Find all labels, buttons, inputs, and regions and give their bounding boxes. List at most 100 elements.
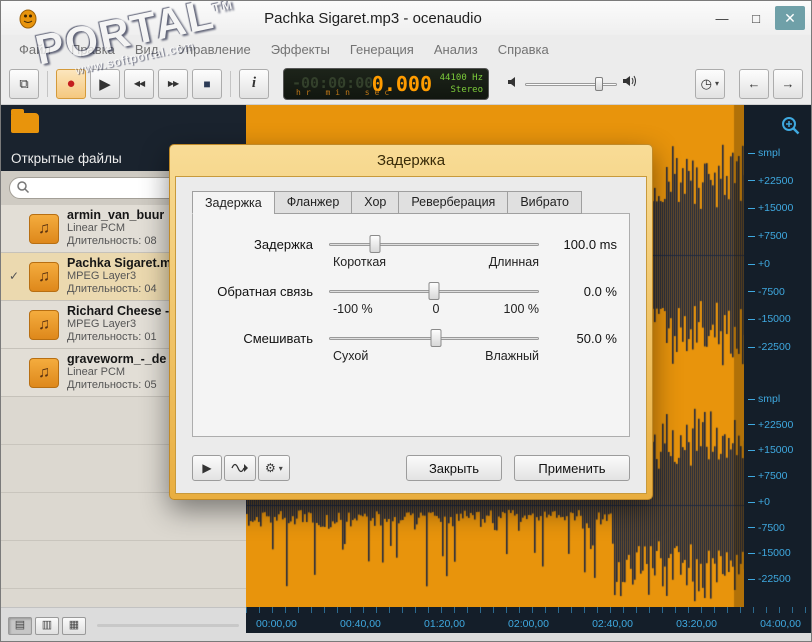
channel-mode-label: Stereo bbox=[450, 84, 483, 95]
menu-analyze[interactable]: Анализ bbox=[424, 39, 488, 60]
music-note-icon: ♫ bbox=[29, 357, 59, 388]
menu-view[interactable]: Вид bbox=[125, 39, 169, 60]
view-list-button[interactable]: ▥ bbox=[35, 616, 59, 635]
delay-max-label: Длинная bbox=[488, 255, 539, 269]
slider-groove[interactable] bbox=[329, 243, 539, 246]
ruler-tick-label: +7500 bbox=[744, 470, 807, 482]
tab-reverb[interactable]: Реверберация bbox=[398, 191, 509, 214]
speaker-low-icon bbox=[507, 75, 520, 93]
file-duration: Длительность: 05 bbox=[67, 379, 157, 391]
menu-file[interactable]: Файл bbox=[9, 39, 61, 60]
toolbar-separator bbox=[47, 70, 48, 97]
menu-generate[interactable]: Генерация bbox=[340, 39, 424, 60]
slider-handle[interactable] bbox=[369, 235, 381, 253]
volume-groove[interactable] bbox=[525, 82, 617, 86]
mix-min-label: Сухой bbox=[333, 349, 369, 363]
delay-value: 100.0 ms bbox=[563, 236, 617, 252]
ruler-tick-label: smpl bbox=[744, 393, 807, 405]
preview-settings-button[interactable]: ⚙ ▾ bbox=[258, 455, 290, 481]
file-format: Linear PCM bbox=[67, 366, 126, 378]
time-tick-label: 02:00,00 bbox=[508, 618, 549, 630]
minimize-button[interactable]: — bbox=[707, 6, 737, 30]
view-detail-button[interactable]: ▤ bbox=[8, 616, 32, 635]
time-tick-label: 00:00,00 bbox=[256, 618, 297, 630]
tab-chorus[interactable]: Хор bbox=[351, 191, 400, 214]
ruler-tick-label: -7500 bbox=[744, 286, 807, 298]
fast-forward-button[interactable]: ▶▶ bbox=[158, 68, 188, 99]
preview-play-button[interactable]: ▶ bbox=[192, 455, 222, 481]
file-name: Richard Cheese - bbox=[67, 305, 170, 318]
dialog-apply-button[interactable]: Применить bbox=[514, 455, 630, 481]
ruler-tick-label: smpl bbox=[744, 147, 807, 159]
preview-loop-button[interactable] bbox=[224, 455, 256, 481]
file-name: Pachka Sigaret.m bbox=[67, 257, 172, 270]
app-window: Pachka Sigaret.mp3 - ocenaudio — □ ✕ Фай… bbox=[0, 0, 812, 642]
menu-edit[interactable]: Правка bbox=[61, 39, 125, 60]
tab-delay[interactable]: Задержка bbox=[192, 191, 275, 214]
horizontal-scrollbar[interactable] bbox=[97, 624, 239, 627]
delay-effect-dialog: Задержка Задержка Фланжер Хор Реверберац… bbox=[169, 144, 653, 500]
timeline-ruler: 00:00,00 00:40,00 01:20,00 02:00,00 02:4… bbox=[246, 607, 811, 633]
ruler-tick-label: +0 bbox=[744, 496, 807, 508]
menu-control[interactable]: Управление bbox=[168, 39, 260, 60]
view-grid-button[interactable]: ▦ bbox=[62, 616, 86, 635]
menu-effects[interactable]: Эффекты bbox=[261, 39, 340, 60]
file-duration: Длительность: 01 bbox=[67, 331, 157, 343]
save-button[interactable]: ⧉ bbox=[9, 68, 39, 99]
volume-slider[interactable] bbox=[525, 75, 617, 93]
volume-group bbox=[507, 74, 638, 93]
feedback-min-label: -100 % bbox=[333, 302, 373, 316]
ruler-tick-label: -22500 bbox=[744, 341, 807, 353]
ruler-channel-1: smpl +22500 +15000 +7500 +0 -7500 -15000… bbox=[744, 147, 807, 353]
dialog-close-button[interactable]: Закрыть bbox=[406, 455, 502, 481]
slider-handle[interactable] bbox=[430, 329, 442, 347]
info-button[interactable]: i bbox=[239, 68, 269, 99]
effect-panel: Задержка 100.0 ms Короткая Длинная Обрат… bbox=[192, 213, 630, 437]
ruler-tick-label: -15000 bbox=[744, 313, 807, 325]
ruler-tick-label: +22500 bbox=[744, 175, 807, 187]
toolbar: ⧉ ● ▶ ◀◀ ▶▶ ■ i -00:00:00 0.000 44100 Hz… bbox=[1, 63, 811, 105]
menu-help[interactable]: Справка bbox=[488, 39, 559, 60]
feedback-max-label: 100 % bbox=[503, 302, 539, 316]
music-note-icon: ♫ bbox=[29, 309, 59, 340]
stop-button[interactable]: ■ bbox=[192, 68, 222, 99]
ruler-tick-label: -22500 bbox=[744, 573, 807, 585]
nav-back-button[interactable]: ← bbox=[739, 68, 769, 99]
playback-timer-button[interactable]: ◷ ▾ bbox=[694, 68, 725, 99]
slider-handle[interactable] bbox=[428, 282, 440, 300]
gear-icon: ⚙ bbox=[265, 461, 276, 475]
ruler-tick-label: +0 bbox=[744, 258, 807, 270]
delay-label: Задержка bbox=[253, 236, 313, 252]
maximize-button[interactable]: □ bbox=[741, 6, 771, 30]
delay-slider[interactable] bbox=[329, 234, 539, 254]
music-note-icon: ♫ bbox=[29, 213, 59, 244]
zoom-icon[interactable] bbox=[780, 115, 802, 137]
time-tick-label: 02:40,00 bbox=[592, 618, 633, 630]
time-tick-label: 03:20,00 bbox=[676, 618, 717, 630]
volume-handle[interactable] bbox=[594, 76, 603, 91]
mix-value: 50.0 % bbox=[576, 330, 617, 346]
feedback-slider[interactable] bbox=[329, 281, 539, 301]
time-units-label: hr min sec bbox=[296, 87, 395, 97]
close-button[interactable]: ✕ bbox=[775, 6, 805, 30]
tab-vibrato[interactable]: Вибрато bbox=[507, 191, 582, 214]
bottom-bar: ▤ ▥ ▦ 00:00,00 00:40,00 01:20,00 02:00,0… bbox=[1, 607, 811, 641]
mix-slider[interactable] bbox=[329, 328, 539, 348]
delay-min-label: Короткая bbox=[333, 255, 387, 269]
time-tick-label: 04:00,00 bbox=[760, 618, 801, 630]
speaker-high-icon bbox=[622, 74, 638, 93]
file-name: graveworm_-_de bbox=[67, 353, 167, 366]
tab-flanger[interactable]: Фланжер bbox=[273, 191, 353, 214]
ruler-tick-label: +15000 bbox=[744, 202, 807, 214]
rewind-button[interactable]: ◀◀ bbox=[124, 68, 154, 99]
time-display: -00:00:00 0.000 44100 Hz Stereo hr min s… bbox=[283, 67, 489, 100]
dialog-title: Задержка bbox=[376, 152, 446, 169]
record-button[interactable]: ● bbox=[56, 68, 86, 99]
play-button[interactable]: ▶ bbox=[90, 68, 120, 99]
file-panel-title: Открытые файлы bbox=[11, 151, 122, 166]
nav-forward-button[interactable]: → bbox=[773, 68, 803, 99]
mix-max-label: Влажный bbox=[485, 349, 539, 363]
feedback-label: Обратная связь bbox=[217, 283, 313, 299]
file-format: MPEG Layer3 bbox=[67, 318, 137, 330]
feedback-value: 0.0 % bbox=[583, 283, 617, 299]
